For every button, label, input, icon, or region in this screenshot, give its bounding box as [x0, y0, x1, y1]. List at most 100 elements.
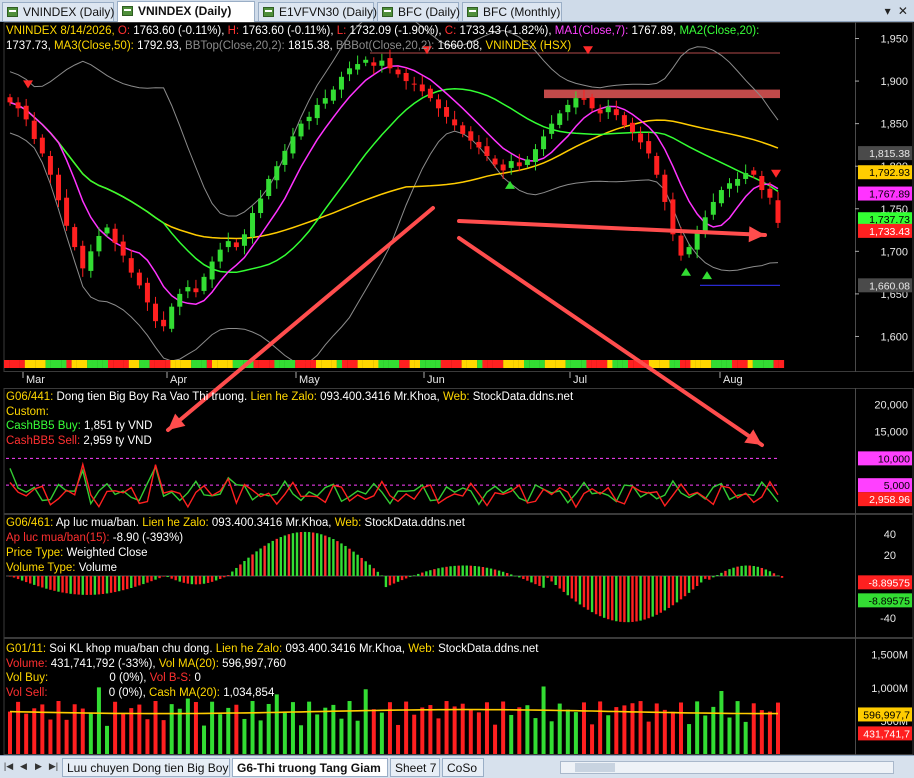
- candle-body: [169, 306, 175, 329]
- pressure-bar: [316, 533, 319, 576]
- pressure-bar: [259, 548, 262, 576]
- first-sheet-button[interactable]: |◀: [2, 759, 15, 774]
- trend-strip-cell: [732, 360, 738, 368]
- pressure-bar: [348, 548, 351, 576]
- candle-body: [314, 104, 320, 119]
- prev-sheet-button[interactable]: ◀: [17, 759, 30, 774]
- volume-bar: [137, 704, 142, 754]
- trend-strip-cell: [175, 360, 181, 368]
- trend-strip-cell: [154, 360, 161, 368]
- volume-bar: [323, 707, 328, 754]
- candle-body: [250, 213, 256, 237]
- tab-vnindex-daily-2[interactable]: VNINDEX (Daily): [117, 1, 255, 22]
- buy-signal-marker: [681, 267, 691, 276]
- pressure-bar: [663, 576, 667, 611]
- pressure-bar: [590, 576, 594, 613]
- volume-bar: [452, 706, 457, 754]
- flow-sell-legend: CashBB5 Sell: 2,959 ty VND: [6, 435, 152, 447]
- trend-strip-cell: [217, 360, 223, 368]
- next-sheet-button[interactable]: ▶: [32, 759, 45, 774]
- trend-strip-cell: [30, 360, 36, 368]
- trend-strip-cell: [206, 360, 213, 368]
- pressure-bar: [469, 565, 472, 576]
- volume-bar: [670, 711, 675, 754]
- candle-body: [605, 106, 611, 113]
- trend-strip-cell: [440, 360, 447, 368]
- candle-body: [710, 201, 716, 215]
- window-controls[interactable]: ▾ ✕: [885, 4, 910, 18]
- volume-bar: [541, 686, 546, 754]
- pressure-bar: [73, 576, 76, 595]
- trend-strip-cell: [191, 360, 197, 368]
- pressure-bar: [598, 576, 602, 617]
- trend-strip-cell: [97, 360, 103, 368]
- horizontal-scrollbar[interactable]: [560, 761, 894, 774]
- pressure-bar: [748, 565, 751, 576]
- sheet-7[interactable]: Sheet 7: [390, 758, 440, 777]
- tab-vnindex-daily-1[interactable]: VNINDEX (Daily): [2, 2, 114, 21]
- trend-strip-cell: [737, 360, 743, 368]
- trend-strip-cell: [149, 360, 155, 368]
- pressure-bar: [231, 571, 234, 576]
- pressure-bar: [134, 576, 137, 587]
- trend-strip-cell: [274, 360, 280, 368]
- candle-body: [201, 276, 207, 291]
- trend-strip-cell: [524, 360, 530, 368]
- trend-strip-cell: [295, 360, 301, 368]
- pressure-bar: [413, 575, 416, 576]
- trend-strip-cell: [602, 360, 608, 368]
- sheet-coso[interactable]: CoSo: [442, 758, 484, 777]
- pressure-bar: [206, 576, 210, 583]
- trend-strip-cell: [674, 360, 681, 368]
- pressure-bar: [210, 576, 214, 582]
- tab-e1vfvn30-daily[interactable]: E1VFVN30 (Daily): [258, 2, 377, 21]
- candle-body: [47, 155, 53, 175]
- trend-strip-cell: [539, 360, 545, 368]
- pressure-bar: [336, 541, 339, 576]
- pressure-bar: [683, 576, 687, 597]
- volume-bar: [396, 724, 401, 754]
- pressure-bar: [425, 571, 428, 576]
- pressure-bar: [615, 576, 618, 622]
- pressure-bar: [376, 571, 380, 576]
- pressure-bar: [162, 576, 165, 577]
- trend-strip-cell: [555, 360, 561, 368]
- price-legend: VNINDEX 8/14/2026, O: 1763.60 (-0.11%), …: [6, 25, 760, 37]
- annotation-arrow-right: [457, 219, 767, 237]
- sheet-g6-thi-truong[interactable]: G6-Thi truong Tang Giam: [232, 758, 388, 777]
- trend-strip-cell: [544, 360, 551, 368]
- pressure-bar: [566, 576, 570, 596]
- tab-bfc-daily[interactable]: BFC (Daily): [377, 2, 460, 21]
- trend-strip-cell: [498, 360, 504, 368]
- pressure-bar: [408, 576, 412, 577]
- pressure-bar: [740, 565, 743, 576]
- last-sheet-button[interactable]: ▶|: [47, 759, 60, 774]
- trend-strip-cell: [264, 360, 270, 368]
- pressure-bar: [287, 534, 291, 576]
- pressure-bar: [445, 566, 448, 576]
- scroll-thumb[interactable]: [575, 763, 615, 772]
- trend-strip-cell: [680, 360, 686, 368]
- pressure-bar: [724, 570, 727, 576]
- volume-bar: [88, 713, 93, 754]
- trend-strip-cell: [35, 360, 41, 368]
- candle-body: [290, 136, 296, 154]
- candle-body: [217, 249, 223, 262]
- pressure-bar: [49, 576, 52, 590]
- pressure-bar: [400, 576, 404, 581]
- pressure-bar: [263, 545, 266, 576]
- candle-body: [185, 287, 191, 292]
- candle-body: [104, 227, 110, 234]
- trend-strip-cell: [409, 360, 415, 368]
- pressure-bar: [586, 576, 590, 610]
- sheet-luu-chuyen[interactable]: Luu chuyen Dong tien Big Boy: [62, 758, 230, 777]
- price-tick-label: 1,600: [880, 331, 908, 343]
- candle-body: [347, 68, 353, 75]
- trend-strip-cell: [92, 360, 98, 368]
- pressure-bar: [623, 576, 626, 623]
- volume-bar: [436, 718, 441, 754]
- pressure-bar: [582, 576, 586, 608]
- pressure-legend: G06/461: Ap luc mua/ban. Lien he Zalo: 0…: [6, 517, 465, 529]
- price-tick-label: 1,900: [880, 76, 908, 88]
- tab-bfc-monthly[interactable]: BFC (Monthly): [462, 2, 562, 21]
